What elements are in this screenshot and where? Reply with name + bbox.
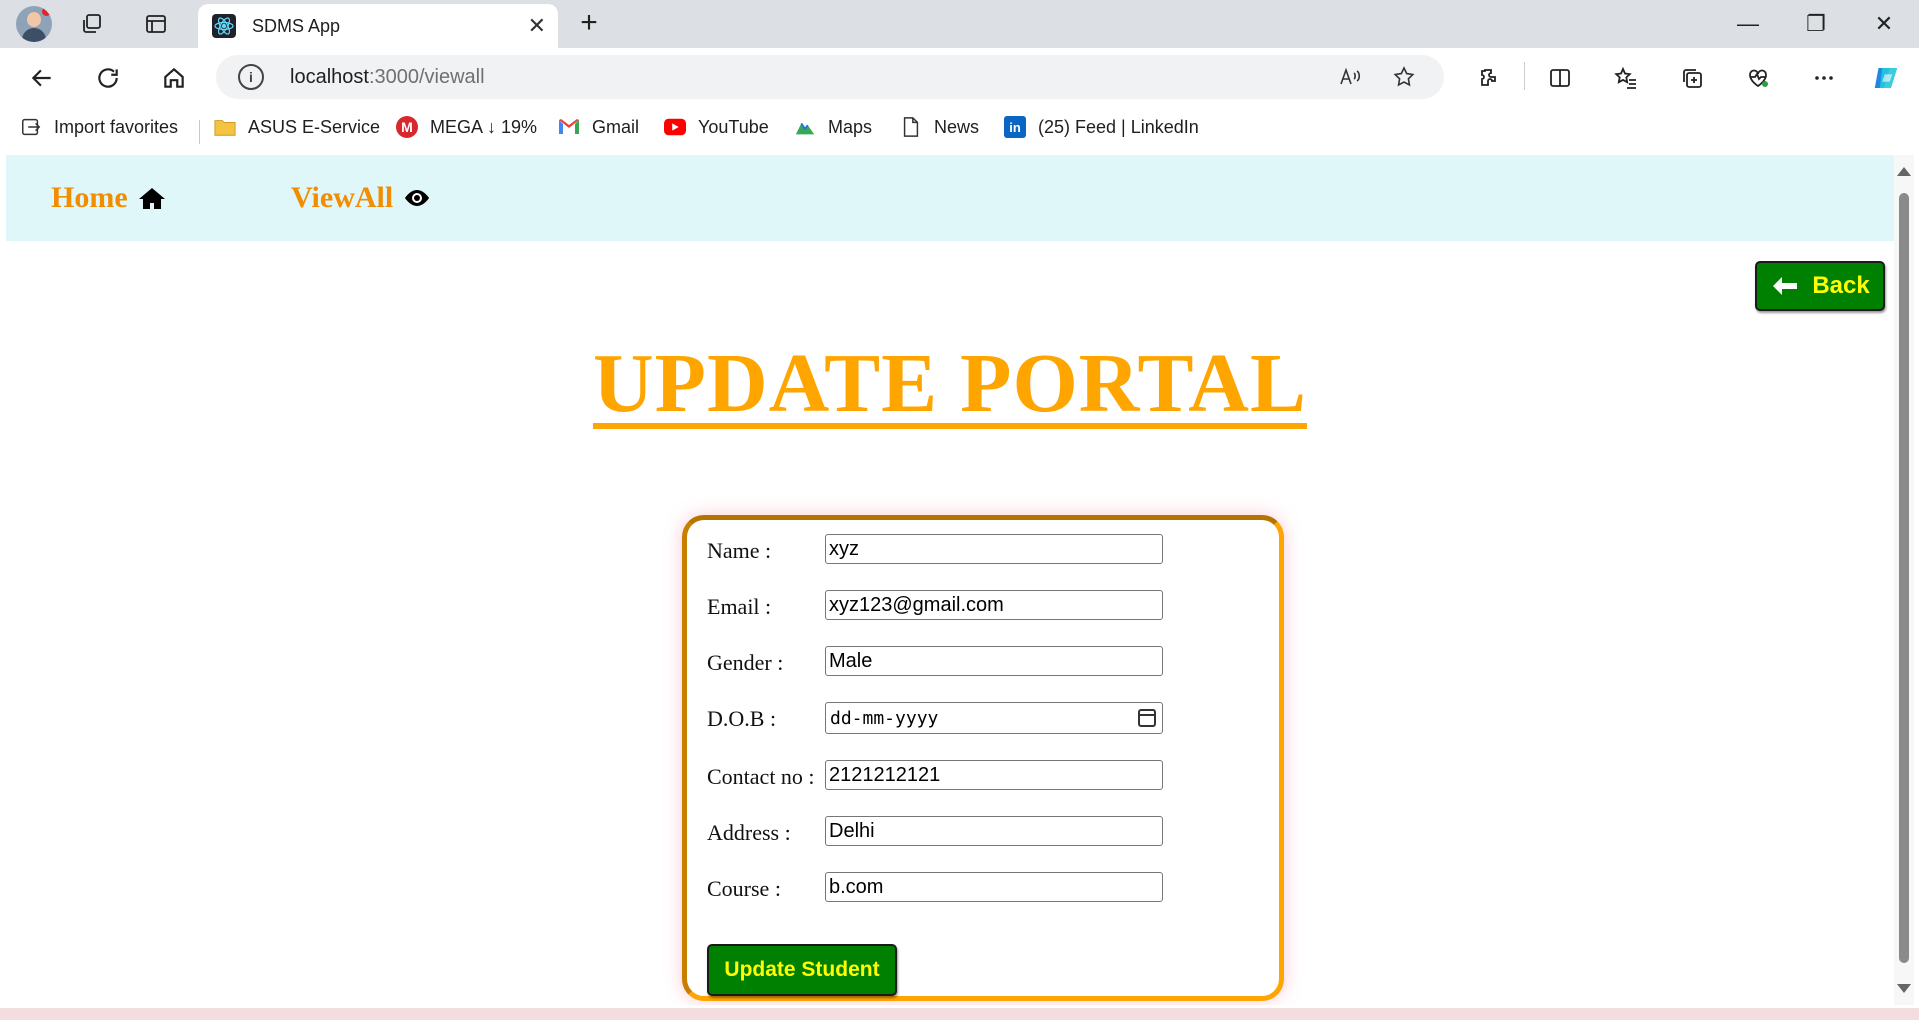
youtube-icon [664,116,686,138]
workspaces-icon[interactable] [74,6,110,42]
email-row: Email : [707,590,1267,622]
mega-icon: M [396,116,418,138]
site-info-icon[interactable]: i [238,64,264,90]
tab-close-icon[interactable]: ✕ [528,13,546,39]
bookmark-label: MEGA ↓ 19% [430,116,538,137]
gender-row: Gender : [707,646,1267,678]
favorites-icon[interactable] [1606,58,1646,98]
minimize-button[interactable]: — [1718,4,1778,44]
nav-home-label: Home [51,181,128,214]
address-bar[interactable]: i localhost:3000/viewall [216,55,1444,99]
name-row: Name : [707,534,1267,566]
dob-date-input[interactable]: dd-mm-yyyy [825,702,1163,734]
bookmark-separator [199,120,200,144]
contact-input[interactable] [825,760,1163,790]
tab-title: SDMS App [252,16,341,36]
read-aloud-icon[interactable] [1334,61,1366,93]
calendar-icon[interactable] [1138,709,1156,727]
bookmark-youtube[interactable]: YouTube [664,116,769,138]
refresh-icon[interactable] [88,58,128,98]
restore-button[interactable]: ❐ [1786,4,1846,44]
bookmark-linkedin[interactable]: in (25) Feed | LinkedIn [1004,116,1199,138]
url-host: localhost [290,66,369,88]
dob-row: D.O.B : dd-mm-yyyy [707,702,1267,734]
url-path: :3000/viewall [368,66,485,88]
tab-sdms-app[interactable]: SDMS App ✕ [198,4,558,48]
taskbar-edge [0,1008,1919,1020]
more-options-icon[interactable] [1804,58,1844,98]
split-screen-icon[interactable] [1540,58,1580,98]
react-icon [212,14,236,38]
gender-label: Gender : [707,650,784,675]
news-icon [900,116,922,138]
bookmark-maps[interactable]: Maps [794,116,872,138]
bookmark-label: (25) Feed | LinkedIn [1038,116,1199,137]
bookmark-import-favorites[interactable]: Import favorites [20,116,178,138]
back-button-label: Back [1812,272,1870,299]
collections-icon[interactable] [1672,58,1712,98]
left-arrow-icon [1770,274,1800,298]
name-input[interactable] [825,534,1163,564]
course-label: Course : [707,876,781,901]
nav-viewall-label: ViewAll [291,181,394,214]
bookmark-label: Maps [828,116,873,137]
favorite-star-icon[interactable] [1388,61,1420,93]
import-favorites-icon [20,116,42,138]
scroll-thumb[interactable] [1899,193,1909,963]
linkedin-icon: in [1004,116,1026,138]
bookmark-gmail[interactable]: Gmail [558,116,639,138]
bookmark-label: Gmail [592,116,640,137]
gmail-icon [558,116,580,138]
bookmark-label: News [934,116,980,137]
bookmarks-bar: Import favorites ASUS E-Service M MEGA ↓… [0,108,1919,150]
page-scrollbar[interactable] [1894,155,1914,1005]
back-arrow-icon[interactable] [22,58,62,98]
address-label: Address : [707,820,791,845]
profile-avatar[interactable] [16,6,52,42]
copilot-icon[interactable] [1866,58,1906,98]
update-student-form: Name : Email : Gender : D.O.B : dd-mm-yy… [682,515,1284,1001]
page-title: UPDATE PORTAL [593,337,1307,430]
nav-viewall-link[interactable]: ViewAll [291,181,431,215]
course-input[interactable] [825,872,1163,902]
email-label: Email : [707,594,772,619]
scroll-up-arrow-icon[interactable] [1897,167,1911,176]
scroll-down-arrow-icon[interactable] [1897,984,1911,993]
email-input[interactable] [825,590,1163,620]
browser-essentials-icon[interactable] [1738,58,1778,98]
contact-row: Contact no : [707,760,1267,792]
app-navbar: Home ViewAll [6,155,1894,241]
bookmark-asus-eservice[interactable]: ASUS E-Service [214,116,380,138]
eye-icon [403,188,431,208]
close-window-button[interactable]: ✕ [1854,4,1914,44]
dob-placeholder: dd-mm-yyyy [830,708,939,729]
bookmark-label: ASUS E-Service [248,116,381,137]
dob-label: D.O.B : [707,706,777,731]
extensions-icon[interactable] [1468,58,1508,98]
contact-label: Contact no : [707,764,815,789]
page-viewport: Home ViewAll Back UPDATE PORTAL Name : E… [6,155,1894,1005]
bookmark-label: Import favorites [54,116,179,137]
home-icon[interactable] [154,58,194,98]
notification-dot [42,7,51,16]
nav-home-link[interactable]: Home [51,181,166,215]
browser-tab-strip: SDMS App ✕ + — ❐ ✕ [0,0,1919,48]
bookmark-label: YouTube [698,116,769,137]
bookmark-news[interactable]: News [900,116,979,138]
gender-input[interactable] [825,646,1163,676]
back-button[interactable]: Back [1755,261,1885,311]
new-tab-button[interactable]: + [572,6,606,40]
bookmark-mega[interactable]: M MEGA ↓ 19% [396,116,537,138]
update-student-button[interactable]: Update Student [707,944,897,996]
house-icon [138,186,166,210]
toolbar-divider [1524,62,1525,90]
address-input[interactable] [825,816,1163,846]
folder-icon [214,116,236,138]
name-label: Name : [707,538,772,563]
address-url[interactable]: localhost:3000/viewall [290,66,485,89]
address-row: Address : [707,816,1267,848]
course-row: Course : [707,872,1267,904]
maps-icon [794,116,816,138]
tab-actions-icon[interactable] [138,6,174,42]
